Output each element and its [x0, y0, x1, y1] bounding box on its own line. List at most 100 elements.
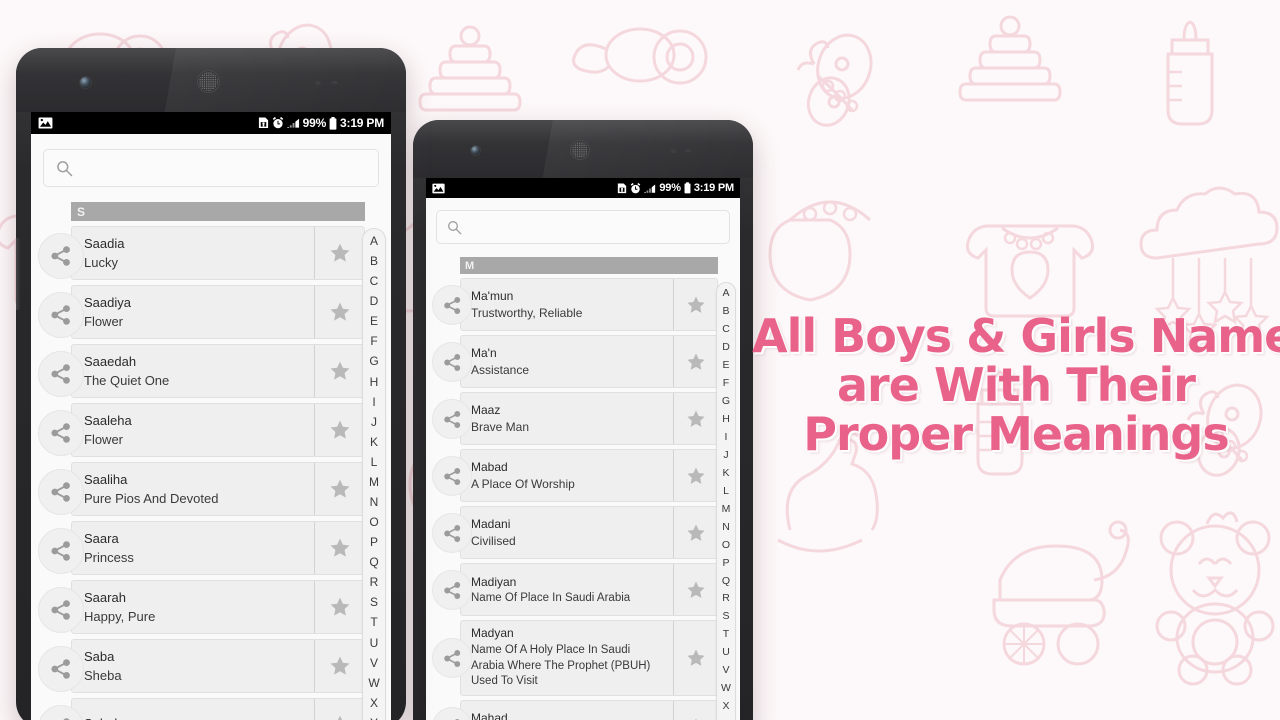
share-icon[interactable] — [38, 233, 84, 279]
list-item[interactable]: Sabah — [38, 698, 365, 720]
alphabet-index-letter-d[interactable]: D — [722, 342, 730, 353]
list-item[interactable]: Saaliha Pure Pios And Devoted — [38, 462, 365, 516]
alphabet-index-letter-a[interactable]: A — [722, 288, 729, 299]
favorite-button[interactable] — [314, 522, 364, 574]
share-icon[interactable] — [432, 513, 472, 553]
name-card[interactable]: Mabad A Place Of Worship — [460, 449, 718, 502]
alphabet-index-letter-j[interactable]: J — [723, 450, 728, 461]
alphabet-index-letter-b[interactable]: B — [370, 255, 378, 267]
alphabet-index-letter-j[interactable]: J — [371, 416, 377, 428]
alphabet-index-letter-m[interactable]: M — [722, 504, 731, 515]
name-card[interactable]: Sabah — [71, 698, 365, 720]
favorite-button[interactable] — [673, 450, 717, 501]
share-icon[interactable] — [432, 285, 472, 325]
name-card[interactable]: Madyan Name Of A Holy Place In Saudi Ara… — [460, 620, 718, 696]
name-card[interactable]: Saadia Lucky — [71, 226, 365, 280]
alphabet-index-letter-s[interactable]: S — [722, 611, 729, 622]
alphabet-index-letter-u[interactable]: U — [370, 637, 379, 649]
name-card[interactable]: Maaz Brave Man — [460, 392, 718, 445]
share-icon[interactable] — [38, 292, 84, 338]
favorite-button[interactable] — [673, 393, 717, 444]
list-item[interactable]: Maaz Brave Man — [432, 392, 718, 445]
alphabet-index-letter-u[interactable]: U — [722, 647, 730, 658]
alphabet-index-letter-e[interactable]: E — [722, 360, 729, 371]
name-card[interactable]: Madani Civilised — [460, 506, 718, 559]
alphabet-index-letter-q[interactable]: Q — [369, 556, 378, 568]
favorite-button[interactable] — [314, 404, 364, 456]
list-item[interactable]: Saarah Happy, Pure — [38, 580, 365, 634]
favorite-button[interactable] — [673, 336, 717, 387]
alphabet-index-letter-n[interactable]: N — [722, 522, 730, 533]
alphabet-index-letter-g[interactable]: G — [369, 355, 378, 367]
favorite-button[interactable] — [673, 507, 717, 558]
favorite-button[interactable] — [314, 345, 364, 397]
favorite-button[interactable] — [314, 581, 364, 633]
alphabet-index-letter-k[interactable]: K — [722, 468, 729, 479]
alphabet-index-letter-f[interactable]: F — [370, 335, 377, 347]
name-card[interactable]: Saaliha Pure Pios And Devoted — [71, 462, 365, 516]
favorite-button[interactable] — [673, 564, 717, 615]
alphabet-index-letter-w[interactable]: W — [368, 677, 379, 689]
alphabet-index-letter-s[interactable]: S — [370, 596, 378, 608]
alphabet-index-letter-h[interactable]: H — [370, 376, 379, 388]
list-item[interactable]: Saara Princess — [38, 521, 365, 575]
list-item[interactable]: Mabad A Place Of Worship — [432, 449, 718, 502]
list-item[interactable]: Ma'mun Trustworthy, Reliable — [432, 278, 718, 331]
share-icon[interactable] — [38, 646, 84, 692]
favorite-button[interactable] — [314, 463, 364, 515]
alphabet-index-letter-g[interactable]: G — [722, 396, 730, 407]
alphabet-index-letter-t[interactable]: T — [723, 629, 729, 640]
alphabet-index-letter-i[interactable]: I — [372, 396, 375, 408]
favorite-button[interactable] — [673, 279, 717, 330]
name-card[interactable]: Saadiya Flower — [71, 285, 365, 339]
name-card[interactable]: Ma'n Assistance — [460, 335, 718, 388]
favorite-button[interactable] — [673, 621, 717, 695]
alphabet-index-letter-x[interactable]: X — [722, 701, 729, 712]
alphabet-index-letter-c[interactable]: C — [370, 275, 379, 287]
list-item[interactable]: Saaleha Flower — [38, 403, 365, 457]
search-input-back[interactable] — [436, 210, 730, 244]
name-card[interactable]: Madiyan Name Of Place In Saudi Arabia — [460, 563, 718, 616]
favorite-button[interactable] — [314, 699, 364, 720]
share-icon[interactable] — [432, 456, 472, 496]
share-icon[interactable] — [432, 570, 472, 610]
names-list-front[interactable]: Saadia Lucky Saadiya Flower Saaedah The … — [31, 221, 391, 720]
list-item[interactable]: Saadia Lucky — [38, 226, 365, 280]
share-icon[interactable] — [38, 528, 84, 574]
alphabet-index-letter-i[interactable]: I — [725, 432, 728, 443]
alphabet-index-letter-p[interactable]: P — [370, 536, 378, 548]
alphabet-index-letter-l[interactable]: L — [723, 486, 729, 497]
alphabet-index-letter-q[interactable]: Q — [722, 575, 730, 587]
name-card[interactable]: Saba Sheba — [71, 639, 365, 693]
share-icon[interactable] — [432, 342, 472, 382]
list-item[interactable]: Madiyan Name Of Place In Saudi Arabia — [432, 563, 718, 616]
alphabet-index-letter-o[interactable]: O — [722, 540, 730, 551]
alphabet-index-letter-r[interactable]: R — [370, 576, 379, 588]
alphabet-index-letter-n[interactable]: N — [370, 496, 379, 508]
share-icon[interactable] — [38, 410, 84, 456]
name-card[interactable]: Mahad Great, Nice — [460, 700, 718, 720]
share-icon[interactable] — [38, 469, 84, 515]
alphabet-index-letter-r[interactable]: R — [722, 593, 730, 604]
name-card[interactable]: Saarah Happy, Pure — [71, 580, 365, 634]
alphabet-index-letter-h[interactable]: H — [722, 414, 730, 425]
search-input-front[interactable] — [43, 149, 379, 187]
alphabet-index-back[interactable]: ABCDEFGHIJKLMNOPQRSTUVWXYZ — [716, 282, 736, 720]
alphabet-index-front[interactable]: ABCDEFGHIJKLMNOPQRSTUVWXYZ — [362, 228, 386, 720]
alphabet-index-letter-f[interactable]: F — [723, 378, 729, 389]
list-item[interactable]: Saaedah The Quiet One — [38, 344, 365, 398]
alphabet-index-letter-v[interactable]: V — [370, 657, 378, 669]
favorite-button[interactable] — [314, 227, 364, 279]
list-item[interactable]: Madyan Name Of A Holy Place In Saudi Ara… — [432, 620, 718, 696]
alphabet-index-letter-e[interactable]: E — [370, 315, 378, 327]
share-icon[interactable] — [432, 638, 472, 678]
list-item[interactable]: Ma'n Assistance — [432, 335, 718, 388]
favorite-button[interactable] — [314, 640, 364, 692]
alphabet-index-letter-t[interactable]: T — [370, 616, 377, 628]
share-icon[interactable] — [38, 587, 84, 633]
name-card[interactable]: Saaleha Flower — [71, 403, 365, 457]
volume-button[interactable] — [16, 238, 20, 310]
alphabet-index-letter-w[interactable]: W — [721, 683, 731, 694]
alphabet-index-letter-p[interactable]: P — [722, 558, 729, 569]
name-card[interactable]: Ma'mun Trustworthy, Reliable — [460, 278, 718, 331]
